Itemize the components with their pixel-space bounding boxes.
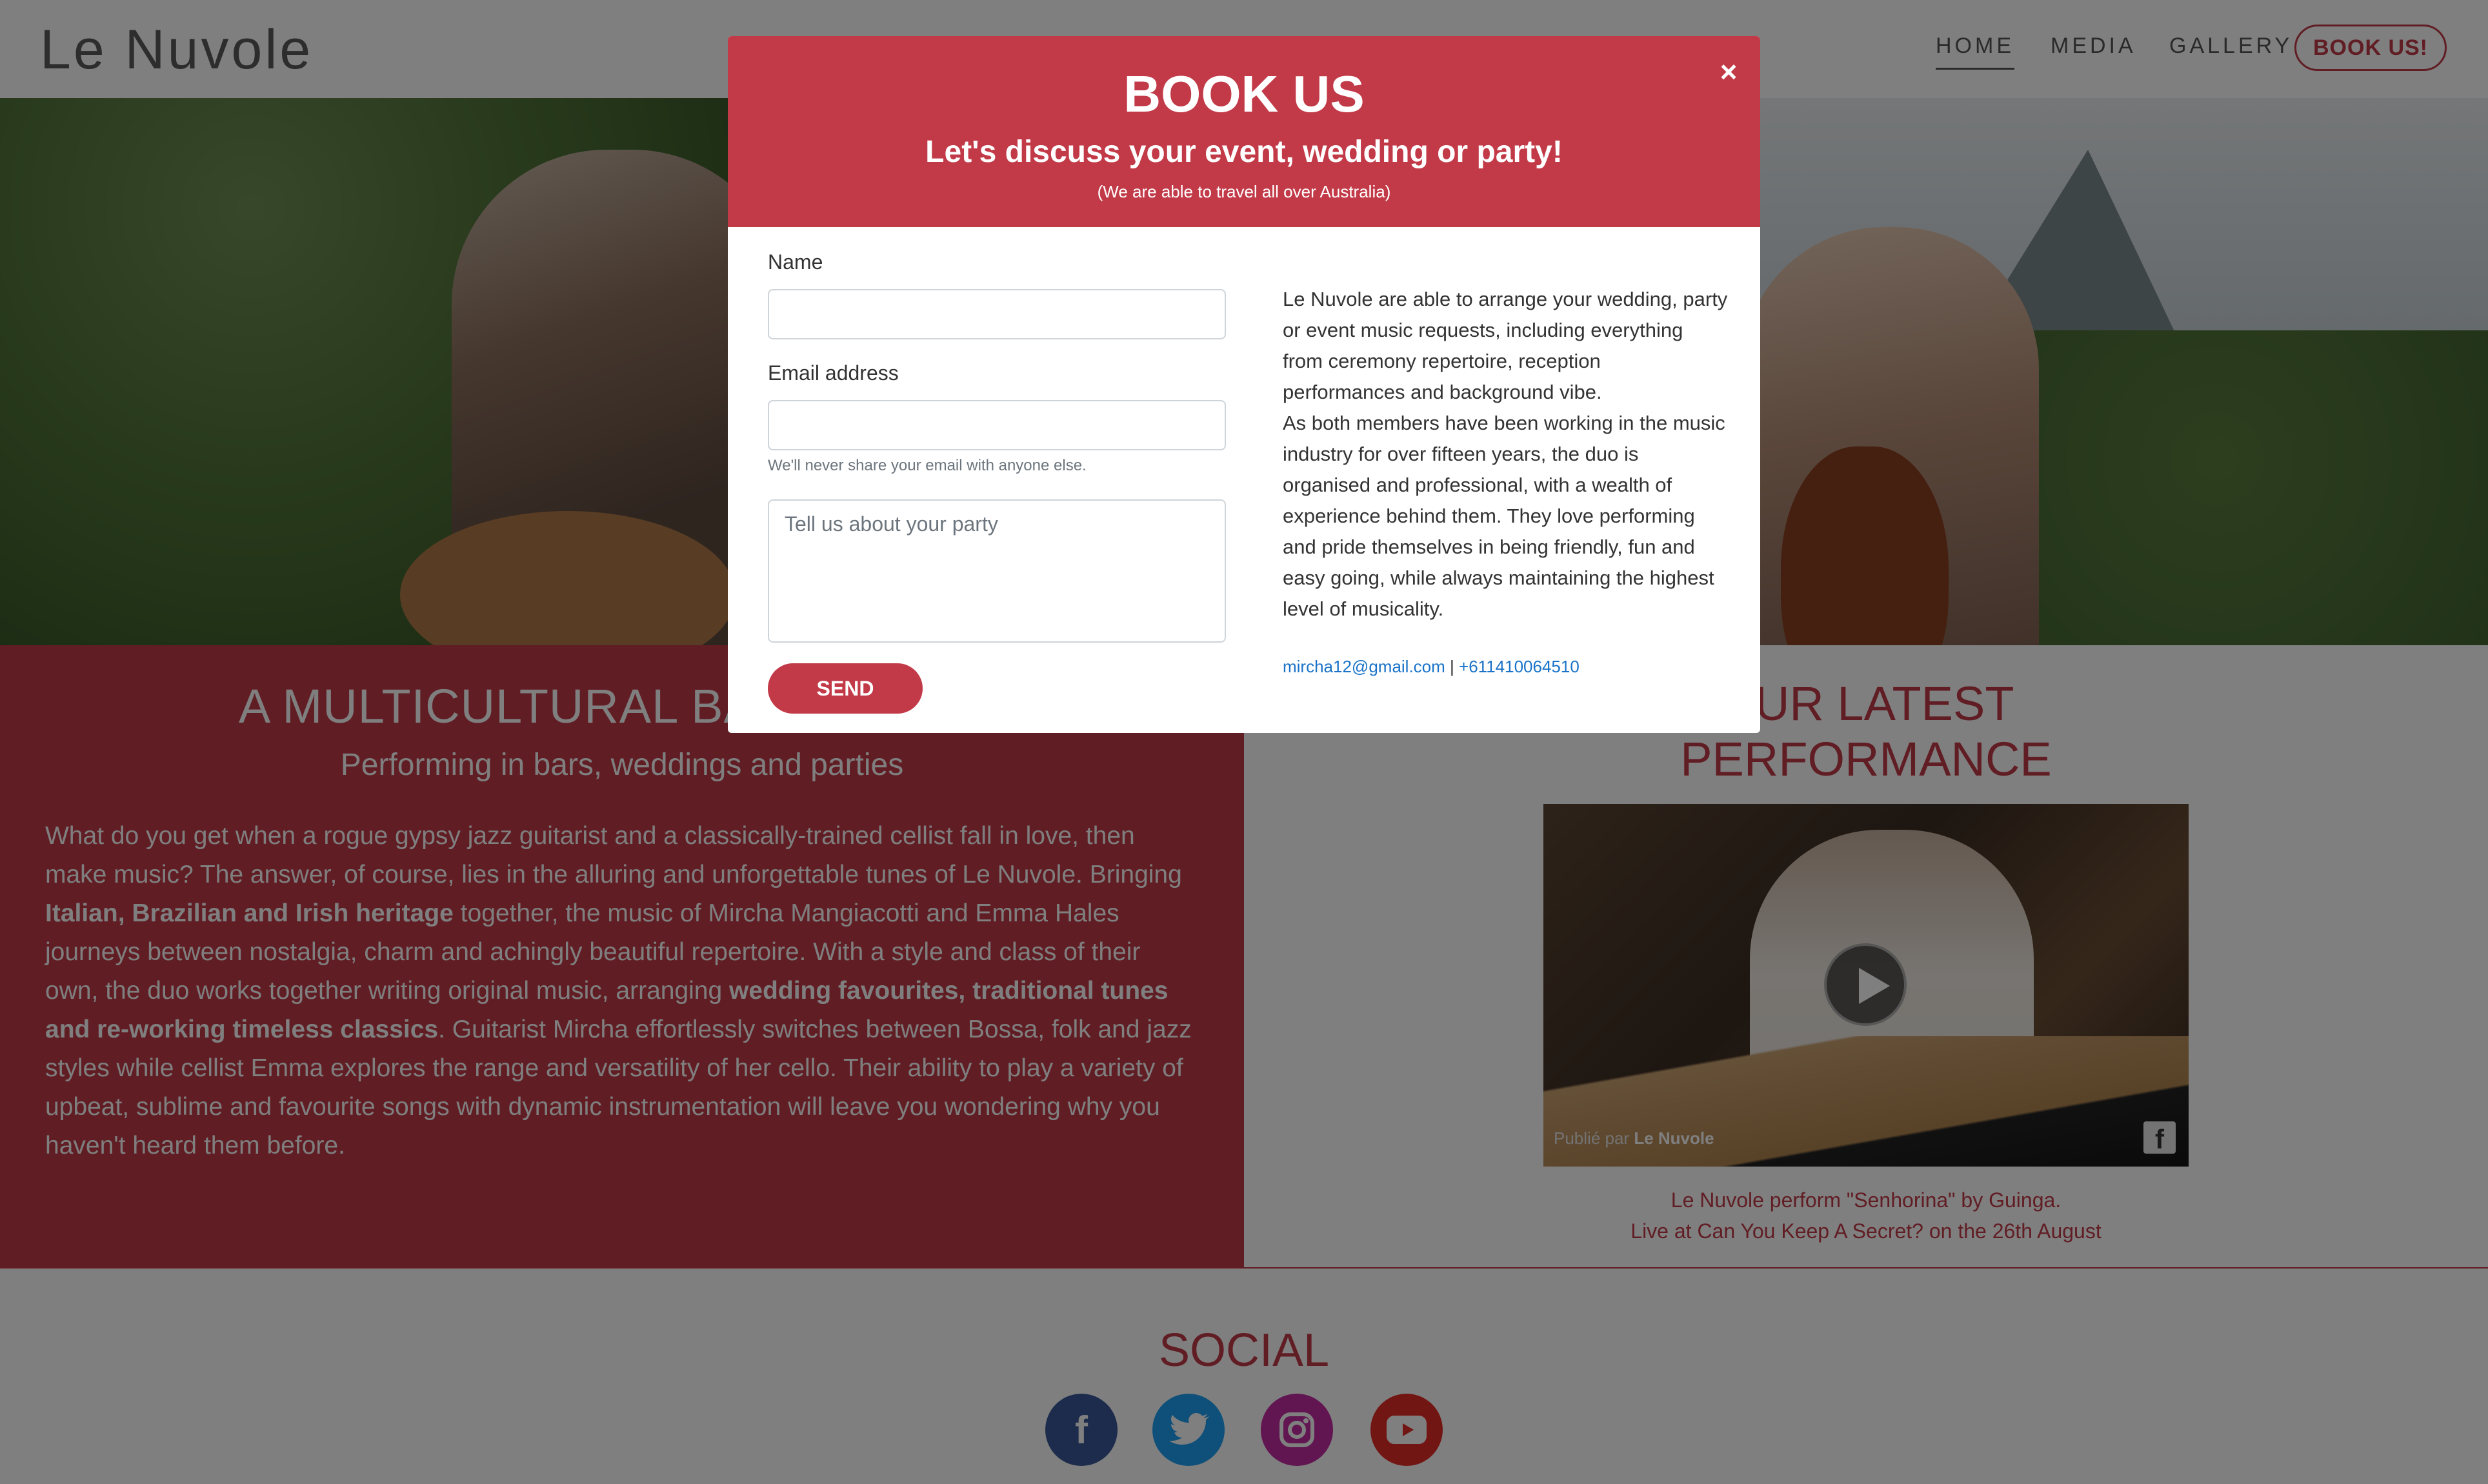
modal-note: (We are able to travel all over Australi… <box>1097 182 1391 201</box>
contact-separator: | <box>1445 657 1460 676</box>
message-textarea[interactable] <box>768 499 1226 643</box>
modal-title: BOOK US <box>1123 65 1365 123</box>
modal-header: BOOK US Let's discuss your event, weddin… <box>728 36 1760 227</box>
modal-description: Le Nuvole are able to arrange your weddi… <box>1283 284 1728 625</box>
send-button[interactable]: SEND <box>768 663 923 714</box>
name-label: Name <box>768 250 823 274</box>
modal-subtitle: Let's discuss your event, wedding or par… <box>925 135 1563 169</box>
email-help-text: We'll never share your email with anyone… <box>768 457 1087 474</box>
contact-info: mircha12@gmail.com | +611410064510 <box>1283 657 1580 677</box>
modal-description-2: As both members have been working in the… <box>1283 412 1725 620</box>
booking-modal: BOOK US Let's discuss your event, weddin… <box>728 36 1760 733</box>
modal-description-1: Le Nuvole are able to arrange your weddi… <box>1283 288 1728 403</box>
phone-link[interactable]: +611410064510 <box>1459 657 1580 676</box>
close-icon[interactable]: × <box>1712 55 1745 88</box>
email-label: Email address <box>768 361 899 385</box>
email-link[interactable]: mircha12@gmail.com <box>1283 657 1445 676</box>
email-field[interactable] <box>768 400 1226 450</box>
name-field[interactable] <box>768 289 1226 339</box>
